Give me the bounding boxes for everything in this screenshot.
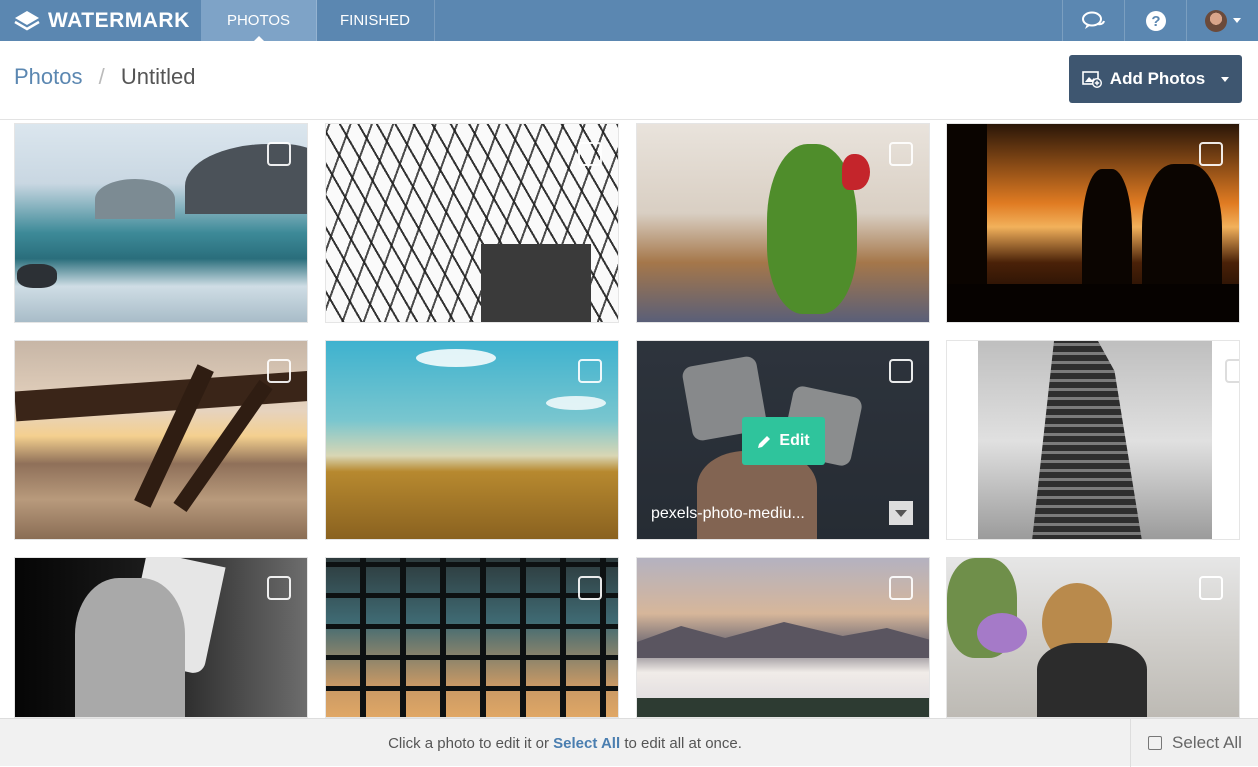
chevron-down-icon <box>895 509 907 517</box>
avatar <box>1205 9 1227 32</box>
breadcrumb: Photos / Untitled <box>14 64 195 90</box>
breadcrumb-separator: / <box>98 64 105 89</box>
photo-options-dropdown[interactable] <box>889 501 913 525</box>
edit-button[interactable]: Edit <box>742 417 825 465</box>
photo-checkbox[interactable] <box>1199 576 1223 600</box>
select-all-link[interactable]: Select All <box>553 735 620 752</box>
photo-tile-hand-phone[interactable] <box>14 557 308 718</box>
select-all-toggle[interactable]: Select All <box>1130 719 1258 767</box>
photo-tile-mother-child[interactable] <box>946 557 1240 718</box>
chevron-down-icon <box>1233 18 1241 23</box>
photo-tile-wheat-field[interactable] <box>325 340 619 540</box>
chat-icon <box>1082 11 1105 29</box>
tab-finished[interactable]: FINISHED <box>316 0 435 41</box>
hint-suffix: to edit all at once. <box>624 734 742 752</box>
select-all-label: Select All <box>1172 733 1242 752</box>
parrot-beak <box>842 154 870 190</box>
chevron-down-icon <box>1221 76 1230 82</box>
top-navbar: WATERMARK PHOTOS FINISHED ? <box>0 0 1258 41</box>
breadcrumb-current[interactable]: Untitled <box>121 64 196 89</box>
photo-checkbox[interactable] <box>578 142 602 166</box>
brand-logo[interactable]: WATERMARK <box>14 0 190 41</box>
pencil-icon <box>758 435 771 448</box>
footer-hint: Click a photo to edit it or Select All t… <box>0 719 1130 767</box>
add-photos-label: Add Photos <box>1109 69 1206 88</box>
edit-label: Edit <box>779 432 810 449</box>
photo-tile-hand-dice[interactable]: Edit pexels-photo-mediu... <box>636 340 930 540</box>
photo-tile-ocean-wave[interactable] <box>14 123 308 323</box>
photo-filename: pexels-photo-mediu... <box>651 505 805 522</box>
foreground-shadow <box>947 284 1239 322</box>
checkbox-icon <box>1148 736 1163 750</box>
svg-text:?: ? <box>1151 13 1160 30</box>
cloud-shape <box>416 349 496 367</box>
cloud-shape <box>546 396 606 410</box>
photo-checkbox[interactable] <box>578 359 602 383</box>
tree-line <box>637 698 929 717</box>
chat-button[interactable] <box>1062 0 1125 41</box>
breadcrumb-photos[interactable]: Photos <box>14 64 83 89</box>
add-image-icon <box>1081 70 1102 88</box>
tab-photos[interactable]: PHOTOS <box>201 0 317 41</box>
photo-tile-mountain-fog[interactable] <box>636 557 930 718</box>
photo-tile-sunset-silhouettes[interactable] <box>946 123 1240 323</box>
rock-shape <box>17 264 57 288</box>
people-shape <box>1037 643 1147 717</box>
photo-checkbox[interactable] <box>889 576 913 600</box>
footer-bar: Click a photo to edit it or Select All t… <box>0 718 1258 767</box>
photo-checkbox[interactable] <box>267 359 291 383</box>
photo-checkbox[interactable] <box>267 142 291 166</box>
photo-checkbox[interactable] <box>889 359 913 383</box>
photo-checkbox[interactable] <box>578 576 602 600</box>
user-menu[interactable] <box>1186 0 1258 41</box>
flower-shape <box>977 613 1027 653</box>
photo-tile-bridge-cables[interactable] <box>325 123 619 323</box>
hint-prefix: Click a photo to edit it or <box>388 734 549 752</box>
photo-tile-driftwood[interactable] <box>14 340 308 540</box>
brand-name: WATERMARK <box>48 8 190 32</box>
help-icon: ? <box>1146 10 1166 31</box>
window-frame <box>326 558 618 717</box>
photo-checkbox[interactable] <box>889 142 913 166</box>
watermark-logo-icon <box>14 10 40 30</box>
photo-tile-parrot[interactable] <box>636 123 930 323</box>
mountain-range <box>637 622 929 658</box>
hand-shape <box>75 578 185 717</box>
photo-checkbox[interactable] <box>1225 359 1239 383</box>
add-photos-button[interactable]: Add Photos <box>1069 55 1242 103</box>
photo-checkbox[interactable] <box>267 576 291 600</box>
header-divider <box>0 119 1258 120</box>
help-button[interactable]: ? <box>1124 0 1187 41</box>
photo-tile-window-grid[interactable] <box>325 557 619 718</box>
rock-shape <box>95 179 175 219</box>
photo-checkbox[interactable] <box>1199 142 1223 166</box>
photo-tile-skyscraper[interactable] <box>946 340 1240 540</box>
bridge-tower <box>481 244 591 322</box>
